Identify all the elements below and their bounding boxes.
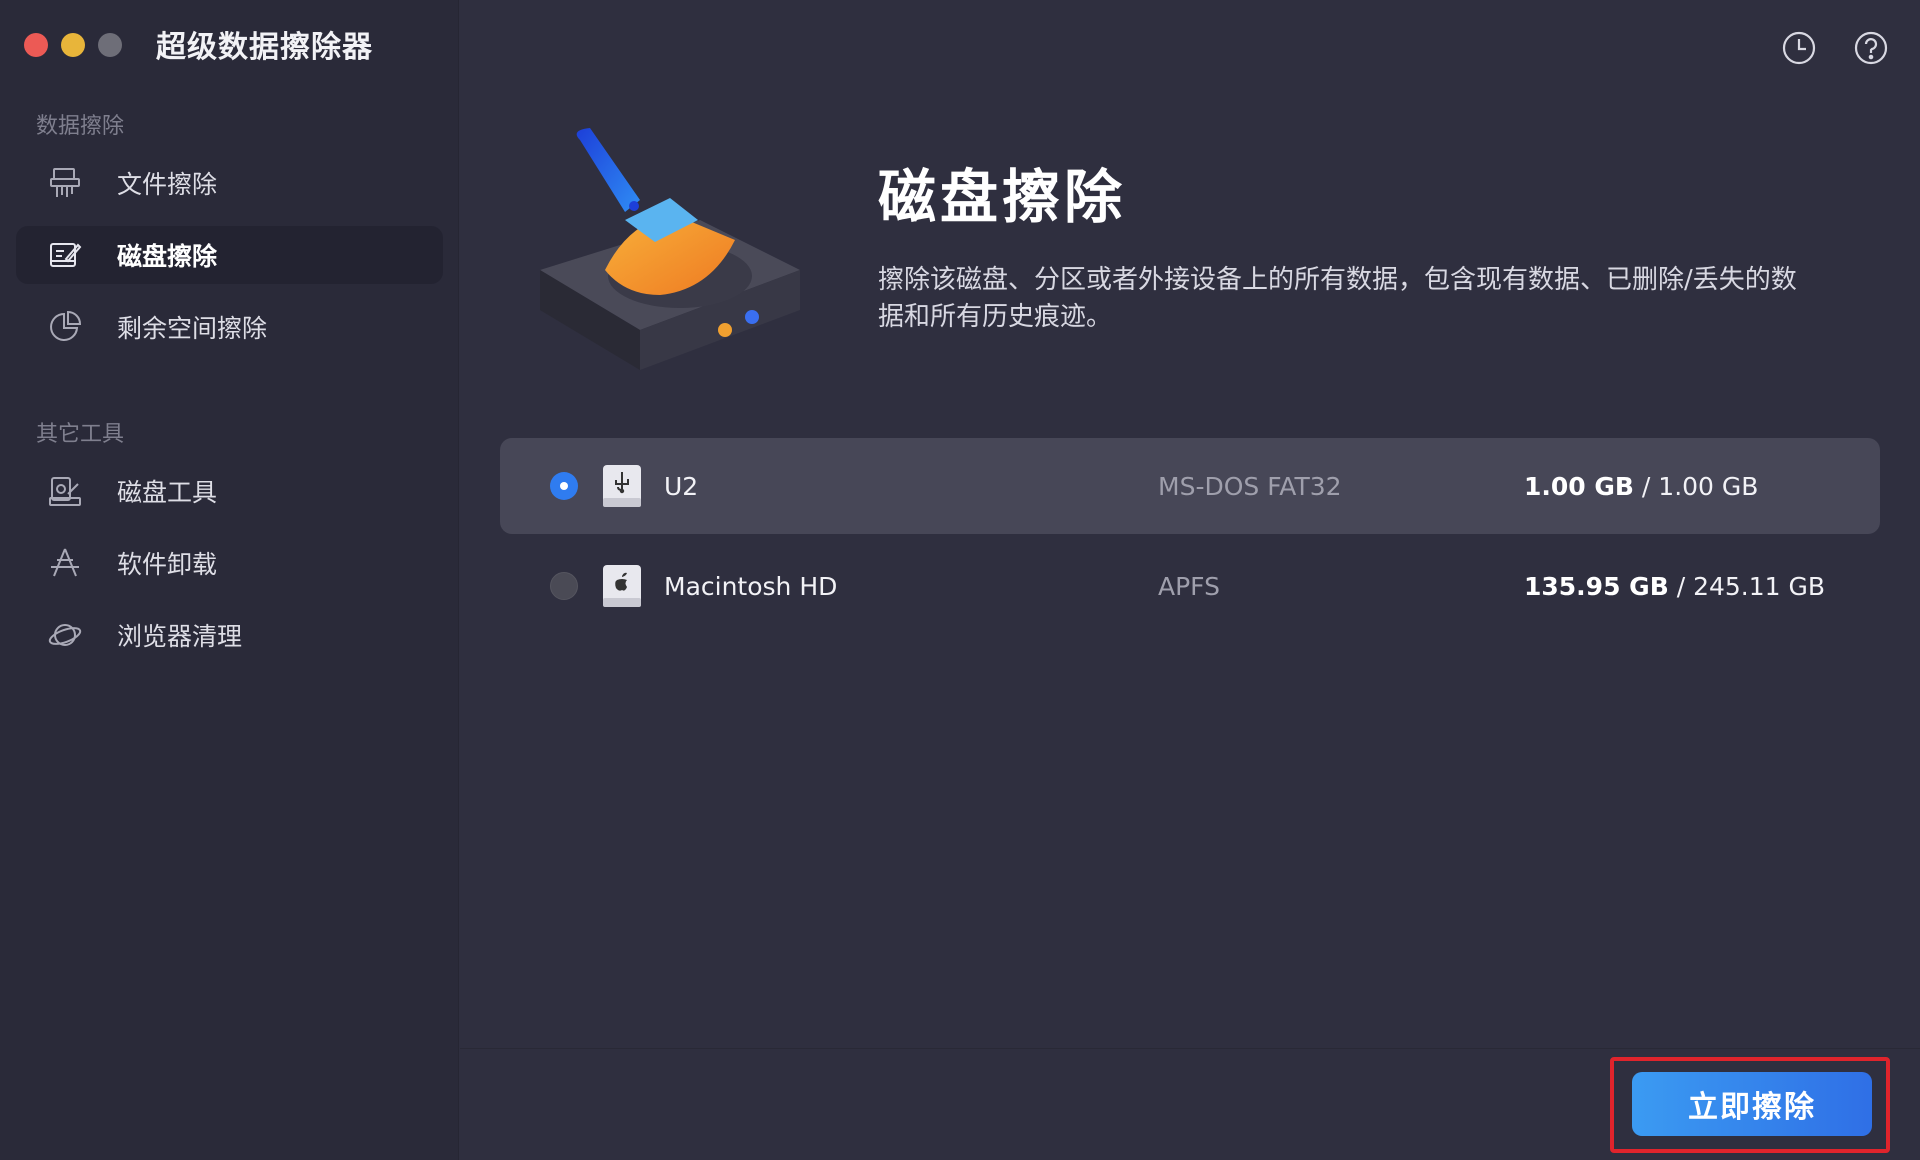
bottom-divider [460,1048,1920,1049]
sidebar-item-app-uninstall[interactable]: 软件卸载 [16,534,443,592]
sidebar-item-label: 磁盘工具 [117,478,218,507]
disk-erase-icon [45,235,85,275]
disk-name: U2 [664,471,699,501]
window-controls [24,33,122,57]
disk-used: 1.00 GB [1524,471,1634,501]
sidebar-item-label: 文件擦除 [117,170,218,199]
disk-row-u2[interactable]: U2 MS-DOS FAT32 1.00 GB / 1.00 GB [500,438,1880,534]
history-clock-icon[interactable] [1781,30,1817,66]
disk-total: / 1.00 GB [1641,471,1759,501]
app-title: 超级数据擦除器 [156,30,373,65]
sidebar-item-label: 磁盘擦除 [117,242,218,271]
sidebar-item-free-space-erase[interactable]: 剩余空间擦除 [16,298,443,356]
section-label-other-tools: 其它工具 [36,422,125,447]
erase-now-button[interactable]: 立即擦除 [1632,1072,1872,1136]
pie-chart-icon [45,307,85,347]
shredder-icon [45,163,85,203]
disk-radio-selected[interactable] [550,472,578,500]
sidebar-item-file-erase[interactable]: 文件擦除 [16,154,443,212]
disk-total: / 245.11 GB [1676,571,1826,601]
close-window-button[interactable] [24,33,48,57]
disk-capacity: 135.95 GB / 245.11 GB [1524,572,1825,601]
sidebar-item-disk-tool[interactable]: 磁盘工具 [16,462,443,520]
sidebar-item-label: 浏览器清理 [117,622,243,651]
disk-row-macintosh-hd[interactable]: Macintosh HD APFS 135.95 GB / 245.11 GB [500,538,1880,634]
disk-filesystem: APFS [1158,571,1220,601]
disk-name: Macintosh HD [664,571,838,601]
help-icon[interactable] [1853,30,1889,66]
sidebar-item-label: 软件卸载 [117,550,218,579]
sidebar-item-label: 剩余空间擦除 [117,314,268,343]
disk-used: 135.95 GB [1524,571,1669,601]
disk-capacity: 1.00 GB / 1.00 GB [1524,472,1758,501]
app-store-icon [45,543,85,583]
minimize-window-button[interactable] [61,33,85,57]
sidebar-item-disk-erase[interactable]: 磁盘擦除 [16,226,443,284]
disk-radio-unselected[interactable] [550,572,578,600]
sidebar-item-browser-clean[interactable]: 浏览器清理 [16,606,443,664]
page-description: 擦除该磁盘、分区或者外接设备上的所有数据，包含现有数据、已删除/丢失的数据和所有… [878,265,1797,332]
disk-broom-illustration [530,120,810,390]
mac-drive-icon [602,564,642,608]
disk-tool-icon [45,471,85,511]
section-label-data-erase: 数据擦除 [36,114,125,139]
planet-icon [45,615,85,655]
page-title: 磁盘擦除 [878,163,1127,231]
zoom-window-button[interactable] [98,33,122,57]
usb-drive-icon [602,464,642,508]
sidebar: 超级数据擦除器 数据擦除 文件擦除 磁盘擦除 剩余空间擦除 其它工具 磁盘工具 … [0,0,459,1160]
disk-filesystem: MS-DOS FAT32 [1158,471,1342,501]
